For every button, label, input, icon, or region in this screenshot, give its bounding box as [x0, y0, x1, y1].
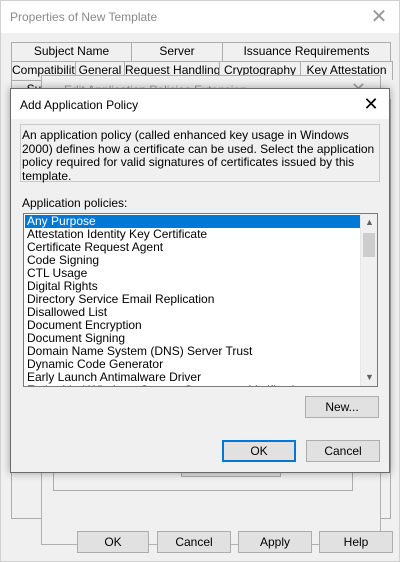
properties-titlebar: Properties of New Template ✕ — [1, 1, 399, 33]
dialog-description: An application policy (called enhanced k… — [22, 128, 375, 183]
tab-server[interactable]: Server — [131, 42, 223, 61]
tab-subject-name[interactable]: Subject Name — [11, 42, 132, 61]
dialog-titlebar: Add Application Policy ✕ — [11, 89, 389, 119]
new-button[interactable]: New... — [305, 396, 379, 418]
properties-help-button[interactable]: Help — [319, 531, 393, 553]
close-icon[interactable]: ✕ — [369, 5, 389, 29]
properties-apply-button[interactable]: Apply — [238, 531, 312, 553]
policies-label: Application policies: — [22, 196, 128, 210]
properties-title: Properties of New Template — [10, 10, 158, 24]
close-icon[interactable]: ✕ — [361, 92, 381, 116]
tab-issuance-requirements[interactable]: Issuance Requirements — [222, 42, 391, 61]
list-item[interactable]: Directory Service Email Replication — [25, 293, 360, 306]
list-item[interactable]: Attestation Identity Key Certificate — [25, 228, 360, 241]
list-item[interactable]: Disallowed List — [25, 306, 360, 319]
add-application-policy-dialog: Add Application Policy ✕ An application … — [10, 88, 390, 473]
list-item[interactable]: Early Launch Antimalware Driver — [25, 371, 360, 384]
list-item[interactable]: Digital Rights — [25, 280, 360, 293]
scroll-thumb[interactable] — [363, 233, 375, 257]
tab-row-1: Subject Name Server Issuance Requirement… — [11, 42, 391, 61]
list-item[interactable]: Embedded Windows System Component Verifi… — [25, 384, 360, 386]
list-item[interactable]: Code Signing — [25, 254, 360, 267]
list-item[interactable]: CTL Usage — [25, 267, 360, 280]
listbox-scrollbar[interactable]: ▲ ▼ — [360, 214, 377, 386]
list-item[interactable]: Dynamic Code Generator — [25, 358, 360, 371]
list-item[interactable]: Document Signing — [25, 332, 360, 345]
scroll-up-icon[interactable]: ▲ — [361, 214, 377, 231]
list-item[interactable]: Certificate Request Agent — [25, 241, 360, 254]
properties-cancel-button[interactable]: Cancel — [157, 531, 231, 553]
policies-listbox[interactable]: Any Purpose Attestation Identity Key Cert… — [23, 213, 378, 387]
list-item[interactable]: Domain Name System (DNS) Server Trust — [25, 345, 360, 358]
ok-button[interactable]: OK — [222, 440, 296, 462]
scroll-down-icon[interactable]: ▼ — [361, 369, 377, 386]
list-item[interactable]: Document Encryption — [25, 319, 360, 332]
list-item[interactable]: Any Purpose — [25, 215, 360, 228]
dialog-title: Add Application Policy — [20, 98, 139, 112]
properties-ok-button[interactable]: OK — [77, 531, 149, 553]
cancel-button[interactable]: Cancel — [306, 440, 380, 462]
policies-list: Any Purpose Attestation Identity Key Cert… — [25, 215, 360, 386]
